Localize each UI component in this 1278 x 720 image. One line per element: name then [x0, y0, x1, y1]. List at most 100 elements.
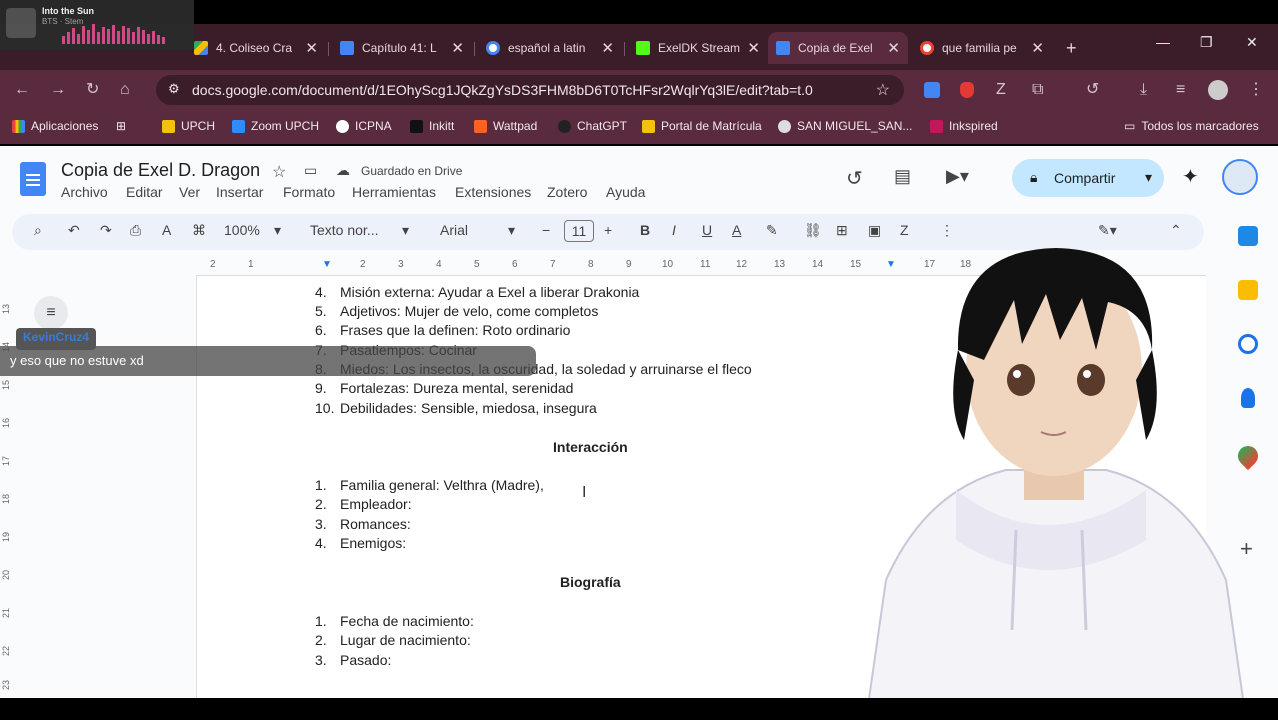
reload-icon[interactable]: ↻ [86, 80, 99, 100]
screen: 4. Coliseo Cra ✕ Capítulo 41: L ✕ españo… [0, 0, 1278, 720]
menu-editar[interactable]: Editar [126, 184, 163, 200]
close-icon[interactable]: ✕ [1031, 39, 1044, 57]
all-bookmarks[interactable]: ▭ Todos los marcadores [1124, 119, 1259, 133]
italic-icon[interactable]: I [672, 222, 676, 238]
bookmark-inkspired[interactable]: Inkspired [930, 119, 998, 133]
menu-formato[interactable]: Formato [283, 184, 335, 200]
chevron-down-icon[interactable]: ▾ [402, 222, 409, 239]
minimize-icon[interactable]: — [1156, 34, 1170, 50]
bookmark-zoom[interactable]: Zoom UPCH [232, 119, 319, 133]
account-avatar[interactable] [1222, 159, 1258, 195]
insert-image-icon[interactable]: ▣ [868, 222, 881, 239]
gemini-icon[interactable]: ✦ [1182, 164, 1199, 189]
print-icon[interactable]: ⎙ [130, 222, 141, 239]
docs-logo-icon[interactable] [20, 162, 46, 196]
font-size-increase-icon[interactable]: + [604, 222, 612, 238]
back-icon[interactable]: ← [14, 80, 30, 100]
add-comment-icon[interactable]: ⊞ [836, 222, 848, 239]
zotero-icon[interactable]: Z [996, 80, 1006, 100]
profile-avatar[interactable] [1208, 80, 1228, 100]
media-icon[interactable]: ≡ [1176, 80, 1185, 100]
collapse-menus-icon[interactable]: ⌃ [1170, 222, 1182, 239]
bookmark-icpna[interactable]: ICPNA [336, 119, 392, 133]
text-color-icon[interactable]: A [732, 222, 741, 238]
search-menus-icon[interactable]: ⌕ [34, 222, 42, 239]
forward-icon[interactable]: → [50, 80, 66, 100]
chevron-down-icon[interactable]: ▾ [1145, 169, 1152, 186]
tab-kick-stream[interactable]: ExelDK Stream ✕ [628, 32, 768, 64]
more-icon[interactable]: ⋮ [940, 222, 954, 239]
translate-icon[interactable] [924, 82, 940, 98]
new-tab-button[interactable]: + [1058, 32, 1088, 64]
tab-copia-exel[interactable]: Copia de Exel ✕ [768, 32, 908, 64]
menu-icon[interactable]: ⋮ [1248, 80, 1264, 100]
save-status: Guardado en Drive [361, 164, 463, 178]
font-size-decrease-icon[interactable]: − [542, 222, 550, 238]
link-icon[interactable]: ⛓ [804, 222, 822, 239]
bookmark-apps[interactable]: Aplicaciones [12, 119, 98, 133]
highlight-icon[interactable]: ✎ [766, 222, 778, 239]
menu-zotero[interactable]: Zotero [547, 184, 587, 200]
extension-shield-icon[interactable] [960, 82, 974, 98]
bookmark-grid[interactable]: ⊞ [116, 119, 126, 133]
redo-icon[interactable]: ↷ [100, 222, 112, 239]
chevron-down-icon[interactable]: ▾ [274, 222, 281, 239]
close-icon[interactable]: ✕ [747, 39, 760, 57]
document-title[interactable]: Copia de Exel D. Dragon [61, 160, 260, 181]
chevron-down-icon[interactable]: ▾ [508, 222, 515, 239]
download-icon[interactable]: ⤓ [1140, 80, 1147, 100]
zoom-select[interactable]: 100% [224, 222, 260, 238]
address-bar[interactable]: ⚙ docs.google.com/document/d/1EOhyScg1JQ… [156, 75, 904, 105]
bookmark-inkitt[interactable]: Inkitt [410, 119, 454, 133]
tab-coliseo[interactable]: 4. Coliseo Cra ✕ [186, 32, 326, 64]
menu-extensiones[interactable]: Extensiones [455, 184, 531, 200]
close-window-icon[interactable]: ✕ [1246, 34, 1258, 51]
inkspired-icon [930, 119, 943, 133]
menu-archivo[interactable]: Archivo [61, 184, 108, 200]
history-icon[interactable]: ↺ [1086, 80, 1099, 100]
close-icon[interactable]: ✕ [887, 39, 900, 57]
bookmark-san-miguel[interactable]: SAN MIGUEL_SAN... [778, 119, 912, 133]
spellcheck-icon[interactable]: A [162, 222, 171, 238]
bookmark-wattpad[interactable]: Wattpad [474, 119, 537, 133]
underline-icon[interactable]: U [702, 222, 712, 238]
outline-toggle-icon[interactable]: ≡ [34, 296, 68, 330]
meet-icon[interactable]: ▶▾ [946, 166, 969, 187]
menu-herramientas[interactable]: Herramientas [352, 184, 436, 200]
indent-marker-icon[interactable]: ▼ [322, 259, 332, 270]
menu-ayuda[interactable]: Ayuda [606, 184, 645, 200]
tab-capitulo[interactable]: Capítulo 41: L ✕ [332, 32, 472, 64]
menu-ver[interactable]: Ver [179, 184, 200, 200]
extensions-icon[interactable]: ⧉ [1032, 80, 1043, 100]
bookmark-star-icon[interactable]: ☆ [876, 80, 890, 100]
share-button[interactable]: 🔒︎ Compartir ▾ [1012, 159, 1164, 197]
home-icon[interactable]: ⌂ [120, 80, 130, 100]
comments-icon[interactable]: ▤ [894, 166, 911, 187]
tab-que-familia[interactable]: que familia pe ✕ [912, 32, 1052, 64]
zotero-toolbar-icon[interactable]: Z [900, 222, 909, 238]
menu-insertar[interactable]: Insertar [216, 184, 263, 200]
paint-format-icon[interactable]: ⌘ [192, 222, 206, 239]
now-playing-widget: Into the Sun BTS · Stem [0, 0, 194, 50]
tab-espanol[interactable]: español a latin ✕ [478, 32, 622, 64]
vertical-ruler: 13 14 15 16 17 18 19 20 21 22 23 [0, 276, 14, 698]
star-icon[interactable]: ☆ [272, 162, 286, 182]
maximize-icon[interactable]: ❐ [1200, 34, 1213, 51]
tab-label: Copia de Exel [798, 41, 873, 55]
bookmark-portal[interactable]: Portal de Matrícula [642, 119, 762, 133]
font-size-input[interactable]: 11 [564, 220, 594, 242]
close-icon[interactable]: ✕ [601, 39, 614, 57]
move-folder-icon[interactable]: ▭ [304, 162, 317, 179]
bookmark-chatgpt[interactable]: ChatGPT [558, 119, 627, 133]
site-info-icon[interactable]: ⚙ [168, 81, 180, 97]
bookmark-upch[interactable]: UPCH [162, 119, 215, 133]
font-select[interactable]: Arial [440, 222, 468, 238]
style-select[interactable]: Texto nor... [310, 222, 378, 238]
editing-mode-icon[interactable]: ✎▾ [1098, 222, 1117, 239]
globe-icon [778, 119, 791, 133]
close-icon[interactable]: ✕ [305, 39, 318, 57]
version-history-icon[interactable]: ↺ [846, 166, 863, 191]
undo-icon[interactable]: ↶ [68, 222, 80, 239]
close-icon[interactable]: ✕ [451, 39, 464, 57]
bold-icon[interactable]: B [640, 222, 650, 238]
